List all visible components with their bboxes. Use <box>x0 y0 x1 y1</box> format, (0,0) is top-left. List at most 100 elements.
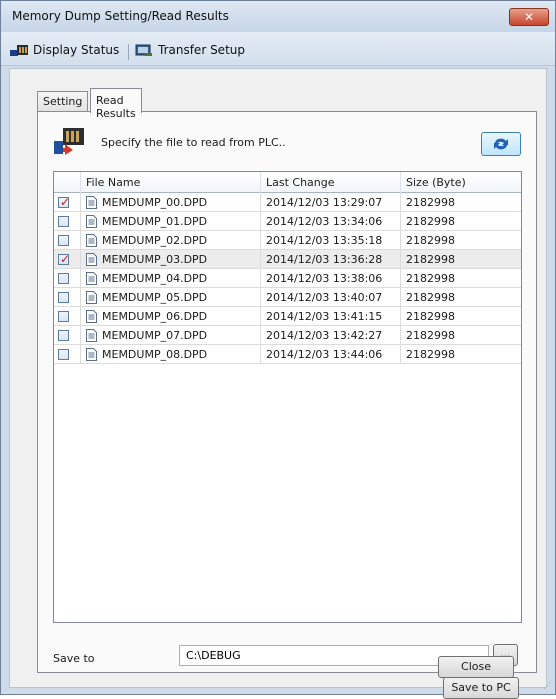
file-name-cell: MEMDUMP_05.DPD <box>81 288 261 307</box>
size-cell: 2182998 <box>401 231 521 250</box>
memory-dump-window: Memory Dump Setting/Read Results ✕ Displ… <box>0 0 556 699</box>
size-cell: 2182998 <box>401 345 521 364</box>
tab-read-results[interactable]: Read Results <box>90 88 142 120</box>
close-button[interactable]: Close <box>438 656 514 678</box>
check-column-header <box>54 172 81 193</box>
row-checkbox[interactable] <box>58 292 69 303</box>
document-icon <box>86 348 97 361</box>
row-check-cell: ✓ <box>54 250 81 269</box>
document-icon <box>86 215 97 228</box>
last-change-cell: 2014/12/03 13:36:28 <box>261 250 401 269</box>
size-cell: 2182998 <box>401 212 521 231</box>
resize-grip-icon[interactable]: ⋰ <box>543 682 553 692</box>
display-status-label: Display Status <box>33 43 120 57</box>
column-header-last-change[interactable]: Last Change <box>261 172 401 193</box>
window-close-button[interactable]: ✕ <box>509 8 549 26</box>
document-icon <box>86 234 97 247</box>
row-checkbox[interactable] <box>58 330 69 341</box>
file-name-cell: MEMDUMP_04.DPD <box>81 269 261 288</box>
row-check-cell <box>54 307 81 326</box>
last-change-cell: 2014/12/03 13:38:06 <box>261 269 401 288</box>
file-name-cell: MEMDUMP_01.DPD <box>81 212 261 231</box>
save-to-label: Save to <box>53 652 95 665</box>
size-cell: 2182998 <box>401 326 521 345</box>
table-row[interactable]: MEMDUMP_01.DPD 2014/12/03 13:34:06 2182998 <box>54 212 521 231</box>
row-check-cell: ✓ <box>54 193 81 212</box>
document-icon <box>86 196 97 209</box>
file-name-cell: MEMDUMP_07.DPD <box>81 326 261 345</box>
column-header-size[interactable]: Size (Byte) <box>401 172 521 193</box>
file-name: MEMDUMP_03.DPD <box>102 253 208 266</box>
file-name-cell: MEMDUMP_02.DPD <box>81 231 261 250</box>
size-cell: 2182998 <box>401 193 521 212</box>
checkmark-icon: ✓ <box>60 195 71 209</box>
document-icon <box>86 329 97 342</box>
file-name: MEMDUMP_00.DPD <box>102 196 208 209</box>
row-check-cell <box>54 231 81 250</box>
refresh-button[interactable] <box>481 132 521 156</box>
file-name-cell: MEMDUMP_08.DPD <box>81 345 261 364</box>
row-check-cell <box>54 212 81 231</box>
read-results-panel: Specify the file to read from PLC.. File… <box>37 111 537 699</box>
table-row[interactable]: MEMDUMP_07.DPD 2014/12/03 13:42:27 2182998 <box>54 326 521 345</box>
instruction-label: Specify the file to read from PLC.. <box>101 136 286 149</box>
file-name-cell: MEMDUMP_06.DPD <box>81 307 261 326</box>
file-list-grid: File Name Last Change Size (Byte) ✓ MEMDU… <box>53 171 522 623</box>
column-header-file-name[interactable]: File Name <box>81 172 261 193</box>
file-name: MEMDUMP_04.DPD <box>102 272 208 285</box>
table-row[interactable]: MEMDUMP_05.DPD 2014/12/03 13:40:07 2182998 <box>54 288 521 307</box>
table-row[interactable]: MEMDUMP_06.DPD 2014/12/03 13:41:15 2182998 <box>54 307 521 326</box>
last-change-cell: 2014/12/03 13:44:06 <box>261 345 401 364</box>
save-to-pc-button[interactable]: Save to PC <box>443 677 519 699</box>
table-row[interactable]: ✓ MEMDUMP_03.DPD 2014/12/03 13:36:28 218299… <box>54 250 521 269</box>
grid-header: File Name Last Change Size (Byte) <box>54 172 521 193</box>
row-checkbox[interactable]: ✓ <box>58 195 71 209</box>
file-name: MEMDUMP_07.DPD <box>102 329 208 342</box>
tab-setting[interactable]: Setting <box>37 91 89 112</box>
row-check-cell <box>54 269 81 288</box>
table-row[interactable]: MEMDUMP_02.DPD 2014/12/03 13:35:18 2182998 <box>54 231 521 250</box>
size-cell: 2182998 <box>401 250 521 269</box>
row-checkbox[interactable] <box>58 235 69 246</box>
last-change-cell: 2014/12/03 13:42:27 <box>261 326 401 345</box>
checkmark-icon: ✓ <box>60 252 71 266</box>
title-bar: Memory Dump Setting/Read Results ✕ <box>1 1 555 32</box>
document-icon <box>86 291 97 304</box>
document-icon <box>86 310 97 323</box>
dialog-body: Setting Read Results Specify the file to… <box>9 68 547 699</box>
display-status-icon <box>10 44 28 56</box>
last-change-cell: 2014/12/03 13:41:15 <box>261 307 401 326</box>
document-icon <box>86 253 97 266</box>
plc-read-icon <box>54 128 84 155</box>
transfer-setup-menu[interactable]: Transfer Setup <box>135 40 245 60</box>
file-name: MEMDUMP_01.DPD <box>102 215 208 228</box>
last-change-cell: 2014/12/03 13:40:07 <box>261 288 401 307</box>
last-change-cell: 2014/12/03 13:34:06 <box>261 212 401 231</box>
table-row[interactable]: MEMDUMP_04.DPD 2014/12/03 13:38:06 2182998 <box>54 269 521 288</box>
row-checkbox[interactable] <box>58 349 69 360</box>
size-cell: 2182998 <box>401 288 521 307</box>
table-row[interactable]: MEMDUMP_08.DPD 2014/12/03 13:44:06 2182998 <box>54 345 521 364</box>
row-check-cell <box>54 288 81 307</box>
last-change-cell: 2014/12/03 13:29:07 <box>261 193 401 212</box>
file-name: MEMDUMP_02.DPD <box>102 234 208 247</box>
file-name-cell: MEMDUMP_03.DPD <box>81 250 261 269</box>
toolbar-separator <box>128 44 129 60</box>
file-name: MEMDUMP_08.DPD <box>102 348 208 361</box>
file-name: MEMDUMP_05.DPD <box>102 291 208 304</box>
file-name: MEMDUMP_06.DPD <box>102 310 208 323</box>
table-row[interactable]: ✓ MEMDUMP_00.DPD 2014/12/03 13:29:07 218299… <box>54 193 521 212</box>
transfer-setup-label: Transfer Setup <box>158 43 245 57</box>
row-checkbox[interactable] <box>58 273 69 284</box>
size-cell: 2182998 <box>401 269 521 288</box>
refresh-icon <box>494 138 508 150</box>
row-checkbox[interactable]: ✓ <box>58 252 71 266</box>
row-check-cell <box>54 345 81 364</box>
row-checkbox[interactable] <box>58 311 69 322</box>
row-checkbox[interactable] <box>58 216 69 227</box>
document-icon <box>86 272 97 285</box>
transfer-setup-icon <box>135 44 152 56</box>
last-change-cell: 2014/12/03 13:35:18 <box>261 231 401 250</box>
display-status-menu[interactable]: Display Status <box>10 40 119 60</box>
window-title: Memory Dump Setting/Read Results <box>12 9 229 23</box>
